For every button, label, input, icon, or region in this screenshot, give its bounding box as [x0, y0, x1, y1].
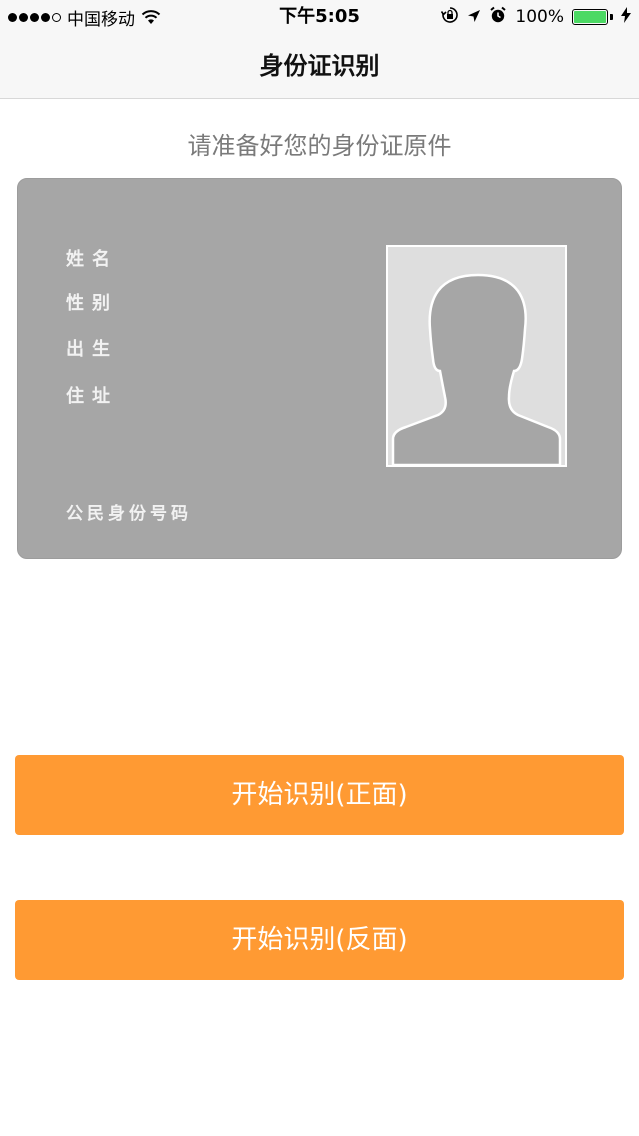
card-label-birth: 出生	[66, 339, 118, 360]
scan-front-button[interactable]: 开始识别(正面)	[15, 755, 624, 835]
status-bar: 中国移动 下午5:05 100%	[0, 0, 639, 34]
charging-bolt-icon	[621, 6, 631, 28]
page-title: 身份证识别	[259, 52, 380, 80]
person-silhouette-icon	[391, 273, 562, 465]
card-label-gender: 性别	[66, 293, 118, 314]
card-label-address: 住址	[66, 386, 118, 407]
portrait-photo-frame	[386, 245, 567, 467]
instruction-text: 请准备好您的身份证原件	[187, 132, 452, 160]
id-card-illustration: 姓名 性别 出生 住址 公民身份号码	[17, 178, 622, 559]
scan-back-button[interactable]: 开始识别(反面)	[15, 900, 624, 980]
card-label-name: 姓名	[66, 249, 118, 270]
location-arrow-icon	[467, 7, 481, 28]
navigation-bar: 身份证识别	[0, 34, 639, 99]
battery-level-fill	[574, 11, 606, 23]
battery-icon	[572, 9, 608, 25]
orientation-lock-icon	[441, 6, 459, 29]
battery-percent: 100%	[515, 7, 564, 27]
battery-tip	[610, 14, 613, 20]
alarm-clock-icon	[489, 6, 507, 29]
status-bar-right: 100%	[441, 5, 631, 29]
card-label-id-number: 公民身份号码	[66, 504, 192, 524]
